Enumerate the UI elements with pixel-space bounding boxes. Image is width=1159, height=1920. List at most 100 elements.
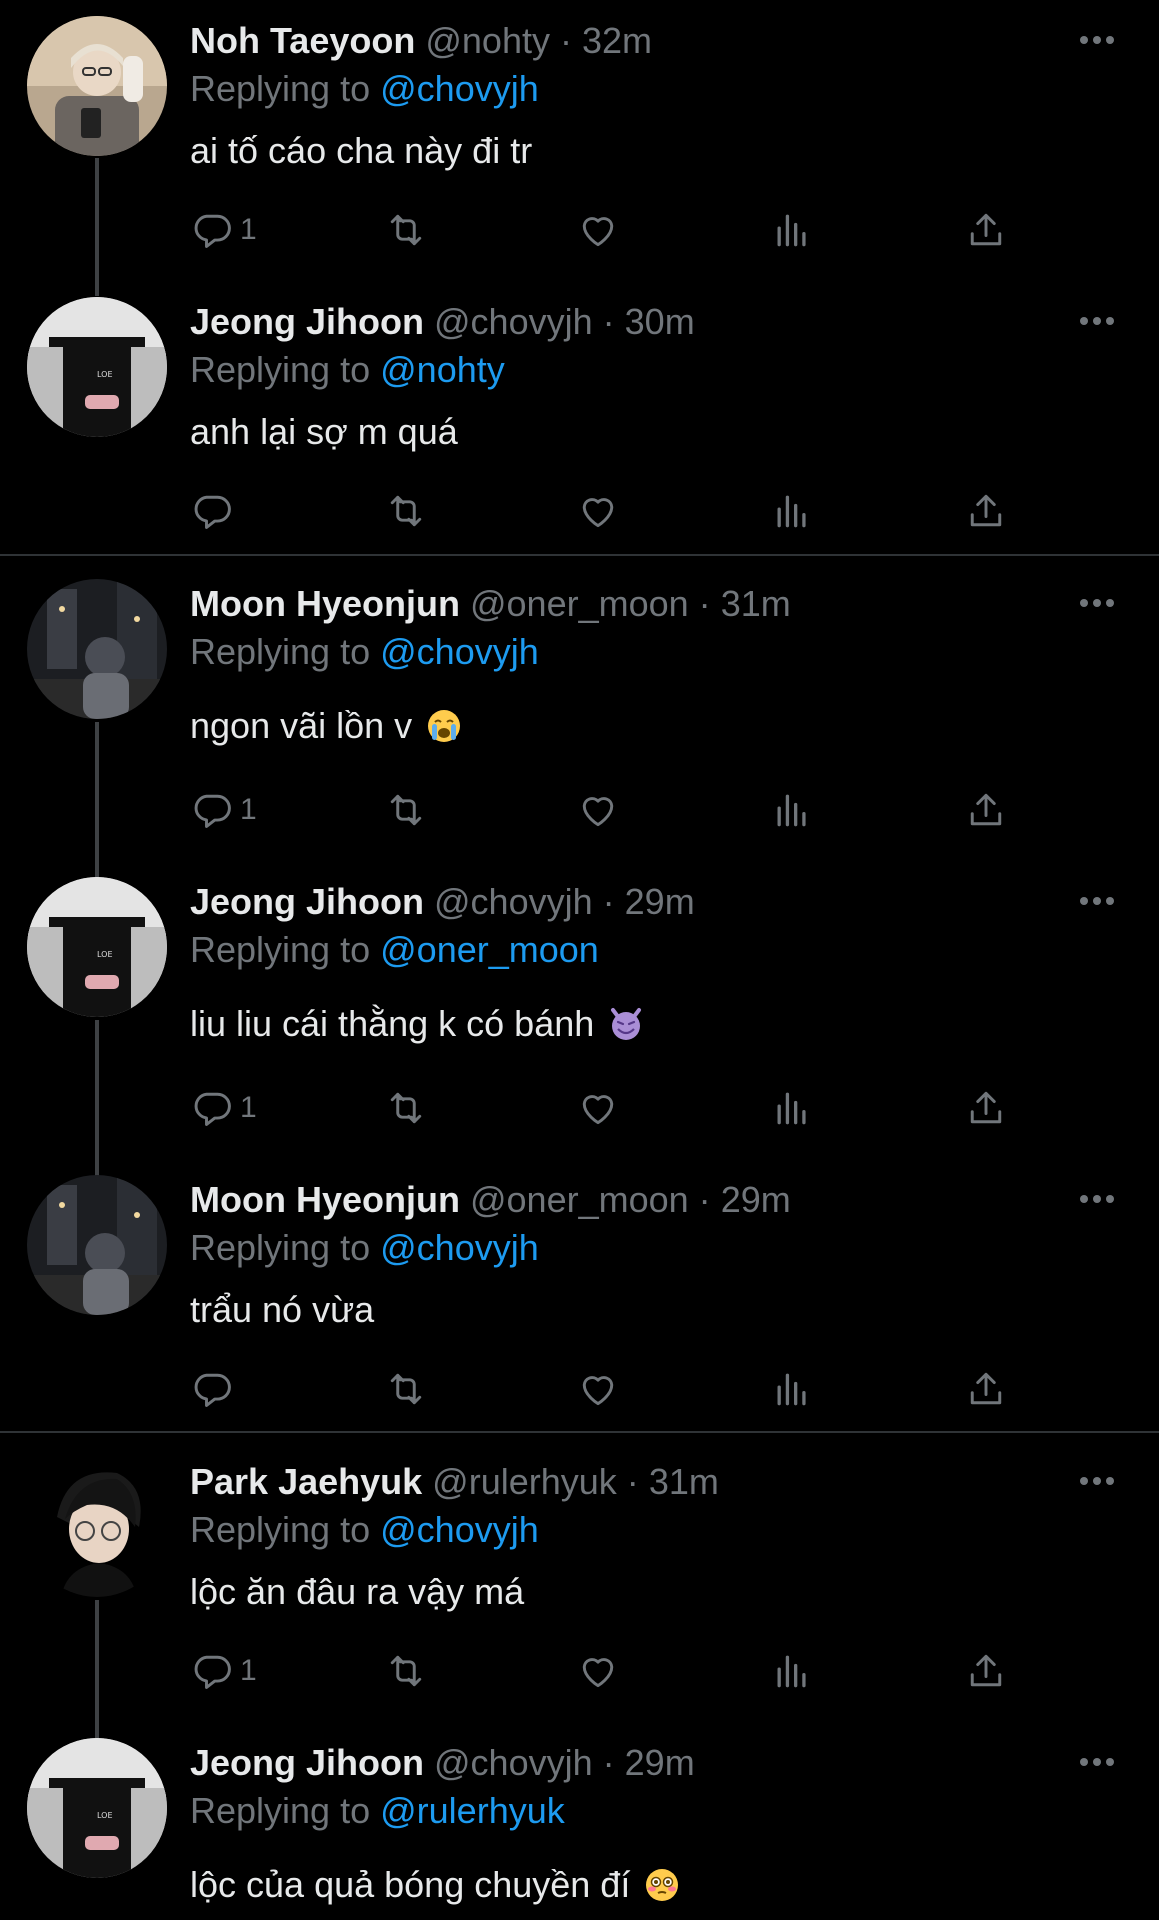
reply-count: 1: [240, 213, 257, 246]
avatar-photo-icon: LOE: [27, 877, 167, 1017]
tweet-text-content: lộc ăn đâu ra vậy má: [190, 1571, 525, 1612]
handle[interactable]: @chovyjh: [434, 301, 593, 342]
tweet-text: trẩu nó vừa: [190, 1285, 374, 1335]
reply-button[interactable]: [190, 486, 240, 536]
more-options-button[interactable]: [1075, 1744, 1119, 1780]
tweet[interactable]: Moon Hyeonjun @oner_moon · 31m Replying …: [0, 563, 1159, 853]
retweet-icon: [390, 794, 422, 826]
flushed-face-icon: [644, 1867, 680, 1903]
avatar[interactable]: [27, 16, 167, 156]
timestamp[interactable]: 29m: [625, 1742, 695, 1783]
more-options-button[interactable]: [1075, 22, 1119, 58]
replying-to-handle[interactable]: @chovyjh: [380, 1509, 539, 1550]
display-name[interactable]: Jeong Jihoon: [190, 1742, 424, 1783]
display-name[interactable]: Noh Taeyoon: [190, 20, 415, 61]
avatar-photo-icon: [27, 579, 167, 719]
more-icon: [1080, 897, 1114, 905]
display-name[interactable]: Moon Hyeonjun: [190, 583, 460, 624]
avatar[interactable]: LOE: [27, 297, 167, 437]
handle[interactable]: @rulerhyuk: [432, 1461, 617, 1502]
timestamp[interactable]: 32m: [582, 20, 652, 61]
reply-button[interactable]: 1: [190, 1083, 257, 1133]
avatar[interactable]: [27, 1175, 167, 1315]
retweet-button[interactable]: [384, 1364, 428, 1414]
retweet-button[interactable]: [384, 1083, 428, 1133]
more-options-button[interactable]: [1075, 883, 1119, 919]
share-button[interactable]: [964, 785, 1008, 835]
more-icon: [1080, 317, 1114, 325]
more-options-button[interactable]: [1075, 303, 1119, 339]
like-button[interactable]: [576, 1083, 620, 1133]
views-button[interactable]: [770, 205, 814, 255]
handle[interactable]: @chovyjh: [434, 1742, 593, 1783]
reply-button[interactable]: 1: [190, 205, 257, 255]
share-button[interactable]: [964, 205, 1008, 255]
timestamp[interactable]: 29m: [625, 881, 695, 922]
reply-button[interactable]: 1: [190, 1646, 257, 1696]
avatar[interactable]: LOE: [27, 1738, 167, 1878]
views-icon: [777, 214, 806, 247]
reply-button[interactable]: 1: [190, 785, 257, 835]
share-button[interactable]: [964, 1364, 1008, 1414]
like-button[interactable]: [576, 785, 620, 835]
more-options-button[interactable]: [1075, 1181, 1119, 1217]
separator-dot: ·: [698, 1179, 711, 1220]
share-button[interactable]: [964, 1083, 1008, 1133]
avatar[interactable]: LOE: [27, 877, 167, 1017]
replying-to-handle[interactable]: @chovyjh: [380, 631, 539, 672]
more-options-button[interactable]: [1075, 585, 1119, 621]
reply-icon: [194, 214, 231, 248]
like-button[interactable]: [576, 486, 620, 536]
like-button[interactable]: [576, 205, 620, 255]
tweet[interactable]: LOE Jeong Jihoon @chovyjh · 30m Replying…: [0, 281, 1159, 551]
handle[interactable]: @nohty: [425, 20, 550, 61]
avatar[interactable]: [27, 579, 167, 719]
timestamp[interactable]: 29m: [721, 1179, 791, 1220]
retweet-button[interactable]: [384, 785, 428, 835]
replying-to-handle[interactable]: @chovyjh: [380, 1227, 539, 1268]
display-name[interactable]: Jeong Jihoon: [190, 881, 424, 922]
more-options-button[interactable]: [1075, 1463, 1119, 1499]
views-button[interactable]: [770, 1646, 814, 1696]
replying-to-handle[interactable]: @chovyjh: [380, 68, 539, 109]
like-button[interactable]: [576, 1364, 620, 1414]
replying-to-handle[interactable]: @rulerhyuk: [380, 1790, 565, 1831]
replying-to-handle[interactable]: @nohty: [380, 349, 505, 390]
timestamp[interactable]: 31m: [721, 583, 791, 624]
tweet-header: Jeong Jihoon @chovyjh · 29m: [190, 879, 695, 925]
replying-label: Replying to: [190, 1509, 371, 1550]
handle[interactable]: @chovyjh: [434, 881, 593, 922]
replying-to-handle[interactable]: @oner_moon: [380, 929, 599, 970]
tweet-text: ai tố cáo cha này đi tr: [190, 126, 532, 176]
reply-icon: [194, 495, 231, 529]
tweet[interactable]: Moon Hyeonjun @oner_moon · 29m Replying …: [0, 1159, 1159, 1429]
share-button[interactable]: [964, 1646, 1008, 1696]
reply-count: 1: [240, 1654, 257, 1687]
tweet-header: Jeong Jihoon @chovyjh · 30m: [190, 299, 695, 345]
share-button[interactable]: [964, 486, 1008, 536]
retweet-button[interactable]: [384, 205, 428, 255]
views-button[interactable]: [770, 785, 814, 835]
views-button[interactable]: [770, 486, 814, 536]
reply-button[interactable]: [190, 1364, 240, 1414]
views-button[interactable]: [770, 1364, 814, 1414]
retweet-button[interactable]: [384, 1646, 428, 1696]
retweet-icon: [390, 1092, 422, 1124]
timestamp[interactable]: 31m: [649, 1461, 719, 1502]
handle[interactable]: @oner_moon: [470, 583, 689, 624]
display-name[interactable]: Jeong Jihoon: [190, 301, 424, 342]
like-button[interactable]: [576, 1646, 620, 1696]
views-button[interactable]: [770, 1083, 814, 1133]
avatar-photo-icon: [27, 1175, 167, 1315]
display-name[interactable]: Moon Hyeonjun: [190, 1179, 460, 1220]
retweet-button[interactable]: [384, 486, 428, 536]
separator-dot: ·: [602, 881, 615, 922]
handle[interactable]: @oner_moon: [470, 1179, 689, 1220]
display-name[interactable]: Park Jaehyuk: [190, 1461, 422, 1502]
timestamp[interactable]: 30m: [625, 301, 695, 342]
avatar[interactable]: [27, 1457, 167, 1597]
tweet[interactable]: Park Jaehyuk @rulerhyuk · 31m Replying t…: [0, 1441, 1159, 1719]
tweet[interactable]: LOE Jeong Jihoon @chovyjh · 29m Replying…: [0, 861, 1159, 1151]
tweet[interactable]: Noh Taeyoon @nohty · 32m Replying to @ch…: [0, 0, 1159, 278]
tweet[interactable]: LOE Jeong Jihoon @chovyjh · 29m Replying…: [0, 1722, 1159, 1920]
